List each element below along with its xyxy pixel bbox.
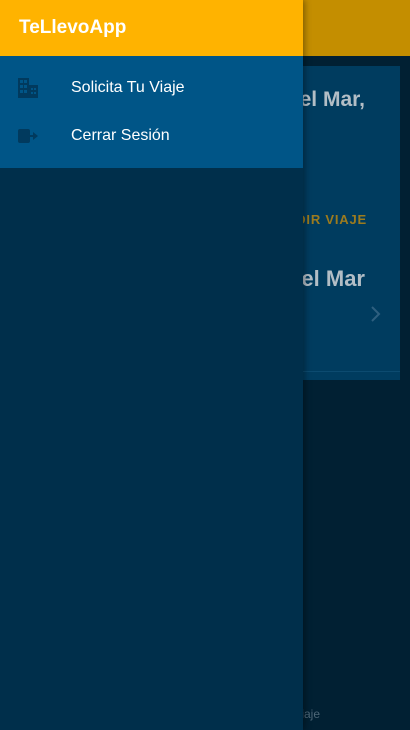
drawer-header: TeLlevoApp: [0, 0, 303, 56]
navigation-drawer: TeLlevoApp Solicita Tu Viaje Cerrar Sesi…: [0, 0, 303, 730]
drawer-menu: Solicita Tu Viaje Cerrar Sesión: [0, 56, 303, 168]
logout-icon: [16, 124, 40, 148]
building-icon: [16, 76, 40, 100]
app-title: TeLlevoApp: [19, 17, 127, 38]
app-screen: el Mar, DIR VIAJE el Mar iaje TeLlevoApp: [0, 0, 410, 730]
menu-item-solicita-viaje[interactable]: Solicita Tu Viaje: [0, 64, 303, 112]
menu-item-label: Solicita Tu Viaje: [71, 79, 185, 96]
menu-item-cerrar-sesion[interactable]: Cerrar Sesión: [0, 112, 303, 160]
chevron-right-icon: [371, 306, 381, 322]
menu-item-label: Cerrar Sesión: [71, 127, 170, 144]
